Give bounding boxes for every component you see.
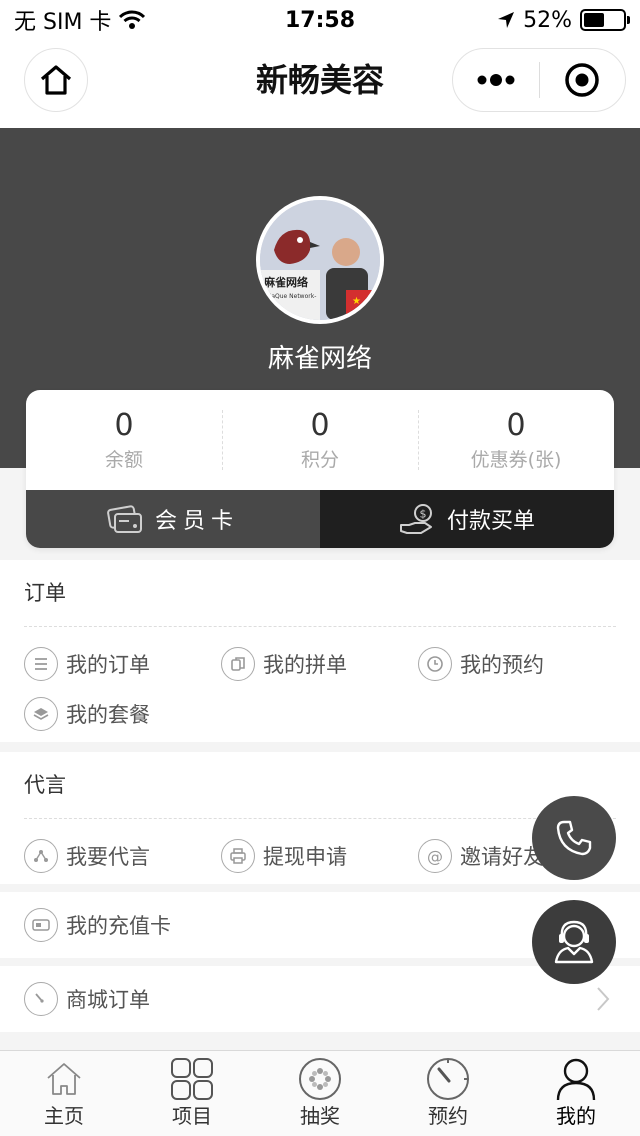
pay-hand-icon: $ [399, 504, 432, 534]
tab-home[interactable]: 主页 [0, 1051, 128, 1136]
stat-label: 余额 [104, 449, 143, 471]
grid-item-label: 我的订单 [66, 653, 150, 677]
customer-service-button[interactable] [532, 900, 616, 984]
carrier-label: 无 SIM 卡 [14, 10, 112, 35]
more-button[interactable] [453, 49, 539, 111]
location-arrow-icon [498, 12, 515, 28]
avatar-image: ★ 麻雀网络 -MaQue Network- [260, 200, 380, 320]
battery-percent: 52% [523, 7, 572, 33]
pay-button[interactable]: $ 付款买单 [320, 490, 614, 548]
copy-icon [221, 647, 255, 681]
stat-balance[interactable]: 0 余额 [26, 406, 222, 474]
row-label: 我的充值卡 [66, 914, 171, 938]
my-group-orders-link[interactable]: 我的拼单 [221, 639, 418, 689]
withdraw-link[interactable]: 提现申请 [221, 831, 418, 881]
clock-icon [418, 647, 452, 681]
phone-icon [556, 820, 592, 856]
grid-item-label: 我的拼单 [263, 653, 347, 677]
chevron-right-icon [597, 987, 610, 1011]
tab-bar: 主页 项目 抽奖 预约 我的 [0, 1050, 640, 1136]
target-icon [565, 63, 599, 97]
timer-icon [427, 1058, 469, 1100]
tab-lottery[interactable]: 抽奖 [256, 1051, 384, 1136]
list-icon [24, 647, 58, 681]
stat-value: 0 [114, 408, 134, 443]
share-icon [24, 839, 58, 873]
orders-section: 订单 我的订单 我的拼单 我的预约 我的套餐 [0, 560, 640, 742]
section-title: 订单 [24, 581, 66, 605]
customer-service-icon [554, 920, 594, 964]
tab-label: 预约 [428, 1104, 468, 1128]
layers-icon [24, 697, 58, 731]
lottery-icon [299, 1058, 341, 1100]
more-dots-icon [477, 74, 515, 86]
call-button[interactable] [532, 796, 616, 880]
tab-label: 抽奖 [300, 1104, 340, 1128]
mini-program-capsule [452, 48, 626, 112]
stat-points[interactable]: 0 积分 [222, 406, 418, 474]
svg-text:$: $ [419, 508, 426, 521]
home-button[interactable] [24, 48, 88, 112]
battery-icon [580, 9, 630, 31]
grid-item-label: 我要代言 [66, 845, 150, 869]
tab-label: 我的 [556, 1104, 596, 1128]
member-card-button[interactable]: 会员卡 [26, 490, 320, 548]
member-card-icon [107, 505, 142, 533]
tab-label: 主页 [44, 1104, 84, 1128]
close-program-button[interactable] [540, 49, 626, 111]
avatar-logo-subtext: -MaQue Network- [264, 293, 316, 300]
my-packages-link[interactable]: 我的套餐 [24, 689, 221, 739]
stat-label: 优惠券(张) [470, 449, 562, 471]
stats-card: 0 余额 0 积分 0 优惠券(张) 会员卡 $ 付款买单 [26, 390, 614, 548]
grid-item-label: 邀请好友 [460, 845, 544, 869]
profile-name: 麻雀网络 [267, 344, 372, 374]
stat-value: 0 [506, 408, 526, 443]
wifi-icon [119, 10, 146, 29]
user-icon [556, 1058, 596, 1101]
stat-label: 积分 [300, 449, 339, 471]
gauge-icon [24, 982, 58, 1016]
home-icon [47, 1063, 81, 1095]
grid-item-label: 提现申请 [263, 845, 347, 869]
at-icon: @ [418, 839, 452, 873]
member-card-label: 会员卡 [154, 509, 239, 534]
nav-bar: 新畅美容 [0, 40, 640, 128]
printer-icon [221, 839, 255, 873]
grid-item-label: 我的预约 [460, 653, 544, 677]
status-bar: 无 SIM 卡 17:58 52% [0, 0, 640, 40]
mall-orders-row[interactable]: 商城订单 [0, 966, 640, 1032]
home-icon [40, 65, 72, 95]
pay-label: 付款买单 [446, 509, 535, 534]
tab-mine[interactable]: 我的 [512, 1051, 640, 1136]
tab-projects[interactable]: 项目 [128, 1051, 256, 1136]
avatar-logo-text: 麻雀网络 [263, 275, 308, 289]
row-label: 商城订单 [66, 988, 150, 1012]
my-orders-link[interactable]: 我的订单 [24, 639, 221, 689]
stat-value: 0 [310, 408, 330, 443]
tab-label: 项目 [172, 1104, 212, 1128]
endorse-link[interactable]: 我要代言 [24, 831, 221, 881]
grid-item-label: 我的套餐 [66, 703, 150, 727]
svg-text:★: ★ [352, 296, 361, 307]
my-appointments-link[interactable]: 我的预约 [418, 639, 615, 689]
card-icon [24, 908, 58, 942]
tab-appointment[interactable]: 预约 [384, 1051, 512, 1136]
stat-coupons[interactable]: 0 优惠券(张) [418, 406, 614, 474]
avatar[interactable]: ★ 麻雀网络 -MaQue Network- [256, 196, 384, 324]
grid-icon [171, 1058, 213, 1100]
